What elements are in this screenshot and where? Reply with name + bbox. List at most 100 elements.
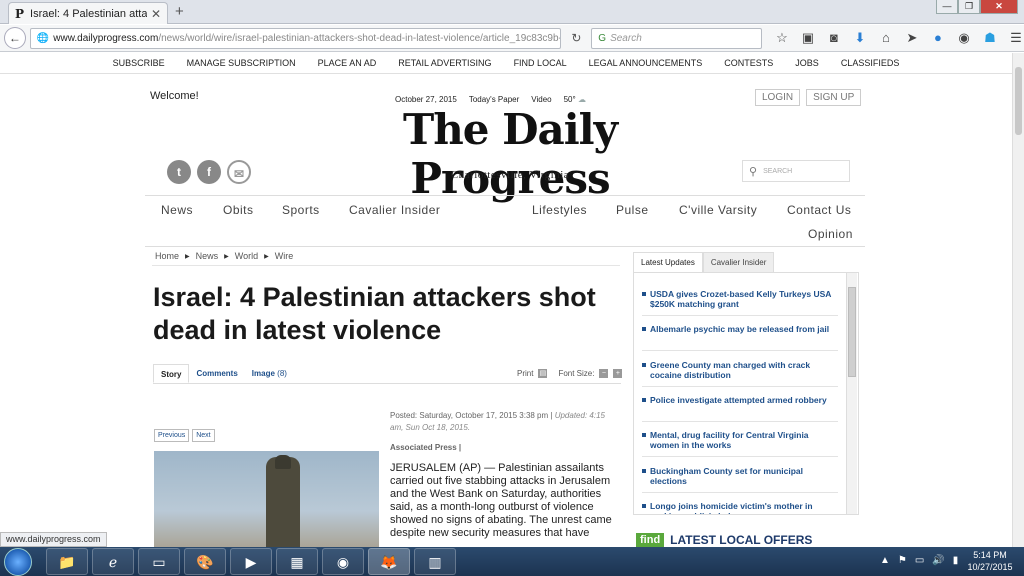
scrollbar-thumb[interactable]	[1015, 67, 1022, 135]
tab-cavalier-insider[interactable]: Cavalier Insider	[702, 252, 775, 273]
home-icon[interactable]: ⌂	[878, 30, 894, 46]
network-icon[interactable]: ▮	[953, 555, 959, 566]
firefox-icon[interactable]: 🦊	[368, 548, 410, 575]
local-offers-banner[interactable]: find LATEST LOCAL OFFERS	[636, 533, 858, 547]
welcome-text: Welcome!	[150, 90, 199, 102]
video-link[interactable]: Video	[531, 95, 551, 104]
topnav-jobs[interactable]: JOBS	[795, 58, 819, 68]
nav-lifestyles[interactable]: Lifestyles	[532, 203, 587, 217]
weather-temp[interactable]: 50° ☁	[564, 95, 586, 104]
list-item[interactable]: USDA gives Crozet-based Kelly Turkeys US…	[642, 289, 836, 309]
tab-comments[interactable]: Comments	[189, 364, 244, 383]
system-tray: ▲ ⚑ ▭ 🔊 ▮	[880, 555, 958, 566]
reload-icon[interactable]: ↻	[565, 31, 587, 45]
notepad-icon[interactable]: ▭	[138, 548, 180, 575]
media-player-icon[interactable]: ▶	[230, 548, 272, 575]
topnav-manage-subscription[interactable]: MANAGE SUBSCRIPTION	[187, 58, 296, 68]
ghost-icon[interactable]: ☗	[982, 30, 998, 46]
internet-explorer-icon[interactable]: ℯ	[92, 548, 134, 575]
reading-list-icon[interactable]: ▣	[800, 30, 816, 46]
browser-search-box[interactable]: G Search	[591, 27, 762, 49]
nav-pulse[interactable]: Pulse	[616, 203, 649, 217]
list-item[interactable]: Police investigate attempted armed robbe…	[642, 395, 836, 405]
font-decrease-icon[interactable]: −	[599, 369, 609, 378]
outlook-icon[interactable]: ◉	[322, 548, 364, 575]
breadcrumb-news[interactable]: News	[196, 251, 219, 261]
list-item[interactable]: Albemarle psychic may be released from j…	[642, 324, 836, 334]
topnav-legal-announcements[interactable]: LEGAL ANNOUNCEMENTS	[589, 58, 703, 68]
calculator-icon[interactable]: ▥	[414, 548, 456, 575]
menu-icon[interactable]: ☰	[1008, 30, 1024, 46]
close-window-icon[interactable]: ✕	[980, 0, 1018, 14]
tab-image[interactable]: Image (8)	[245, 364, 294, 383]
nav-contact-us[interactable]: Contact Us	[787, 203, 851, 217]
pocket-icon[interactable]: ◙	[826, 30, 842, 46]
volume-icon[interactable]: 🔊	[932, 555, 944, 566]
email-icon[interactable]: ✉	[227, 160, 251, 184]
new-tab-button[interactable]: +	[175, 3, 184, 20]
print-icon[interactable]: ▤	[538, 369, 548, 378]
send-icon[interactable]: ➤	[904, 30, 920, 46]
next-button[interactable]: Next	[192, 429, 215, 442]
list-item[interactable]: Greene County man charged with crack coc…	[642, 360, 836, 380]
file-explorer-icon[interactable]: 📁	[46, 548, 88, 575]
article-tools: Print ▤ Font Size: − +	[517, 369, 623, 378]
bookmark-star-icon[interactable]: ☆	[774, 30, 790, 46]
tab-story[interactable]: Story	[153, 364, 190, 383]
nav-cville-varsity[interactable]: C'ville Varsity	[679, 203, 757, 217]
todays-paper-link[interactable]: Today's Paper	[469, 95, 519, 104]
display-icon[interactable]: ▭	[915, 555, 924, 566]
list-item[interactable]: Buckingham County set for municipal elec…	[642, 466, 836, 486]
clock-time: 5:14 PM	[973, 550, 1007, 560]
browser-tab[interactable]: P Israel: 4 Palestinian attacke... ✕	[8, 2, 168, 24]
previous-button[interactable]: Previous	[154, 429, 190, 442]
photo-soldier-figure	[266, 457, 300, 547]
show-hidden-icons-icon[interactable]: ▲	[880, 555, 890, 566]
nav-cavalier-insider[interactable]: Cavalier Insider	[349, 203, 440, 217]
print-link[interactable]: Print	[517, 369, 533, 378]
scrollbar-thumb[interactable]	[848, 287, 856, 377]
topnav-contests[interactable]: CONTESTS	[724, 58, 773, 68]
sidebar-scrollbar[interactable]	[846, 273, 857, 514]
topnav-retail-advertising[interactable]: RETAIL ADVERTISING	[398, 58, 491, 68]
paint-icon[interactable]: 🎨	[184, 548, 226, 575]
breadcrumb-home[interactable]: Home	[155, 251, 179, 261]
app-icon[interactable]: ▦	[276, 548, 318, 575]
list-item[interactable]: Mental, drug facility for Central Virgin…	[642, 430, 836, 450]
nav-news[interactable]: News	[161, 203, 193, 217]
nav-obits[interactable]: Obits	[223, 203, 254, 217]
font-increase-icon[interactable]: +	[613, 369, 623, 378]
topnav-place-ad[interactable]: PLACE AN AD	[318, 58, 377, 68]
url-domain: www.dailyprogress.com	[53, 32, 159, 44]
topnav-subscribe[interactable]: SUBSCRIBE	[113, 58, 165, 68]
minimize-icon[interactable]: —	[936, 0, 958, 14]
facebook-icon[interactable]: f	[197, 160, 221, 184]
login-button[interactable]: LOGIN	[755, 89, 801, 106]
topnav-find-local[interactable]: FIND LOCAL	[514, 58, 567, 68]
twitter-icon[interactable]: t	[167, 160, 191, 184]
system-clock[interactable]: 5:14 PM 10/27/2015	[962, 549, 1018, 573]
nav-sports[interactable]: Sports	[282, 203, 320, 217]
masthead-logo[interactable]: The Daily Progress	[300, 105, 720, 203]
action-center-flag-icon[interactable]: ⚑	[898, 555, 907, 566]
article-photo[interactable]	[154, 451, 379, 547]
back-button[interactable]: ←	[4, 27, 26, 49]
search-placeholder: Search	[610, 32, 642, 44]
close-tab-icon[interactable]: ✕	[151, 7, 161, 21]
start-button[interactable]	[4, 548, 32, 576]
breadcrumb-wire[interactable]: Wire	[275, 251, 294, 261]
download-icon[interactable]: ⬇	[852, 30, 868, 46]
address-bar[interactable]: 🌐 www.dailyprogress.com /news/world/wire…	[29, 27, 562, 49]
site-search-input[interactable]: ⚲ SEARCH	[742, 160, 850, 182]
extension-icon[interactable]: ●	[930, 30, 946, 46]
window-controls: — ❐ ✕	[936, 0, 1018, 14]
list-item[interactable]: Longo joins homicide victim's mother in …	[642, 501, 836, 514]
chat-icon[interactable]: ◉	[956, 30, 972, 46]
page-scrollbar[interactable]	[1012, 53, 1024, 547]
topnav-classifieds[interactable]: CLASSIFIEDS	[841, 58, 900, 68]
tab-latest-updates[interactable]: Latest Updates	[633, 252, 703, 273]
signup-button[interactable]: SIGN UP	[806, 89, 862, 106]
restore-icon[interactable]: ❐	[958, 0, 980, 14]
breadcrumb-world[interactable]: World	[235, 251, 258, 261]
nav-opinion[interactable]: Opinion	[808, 227, 853, 241]
